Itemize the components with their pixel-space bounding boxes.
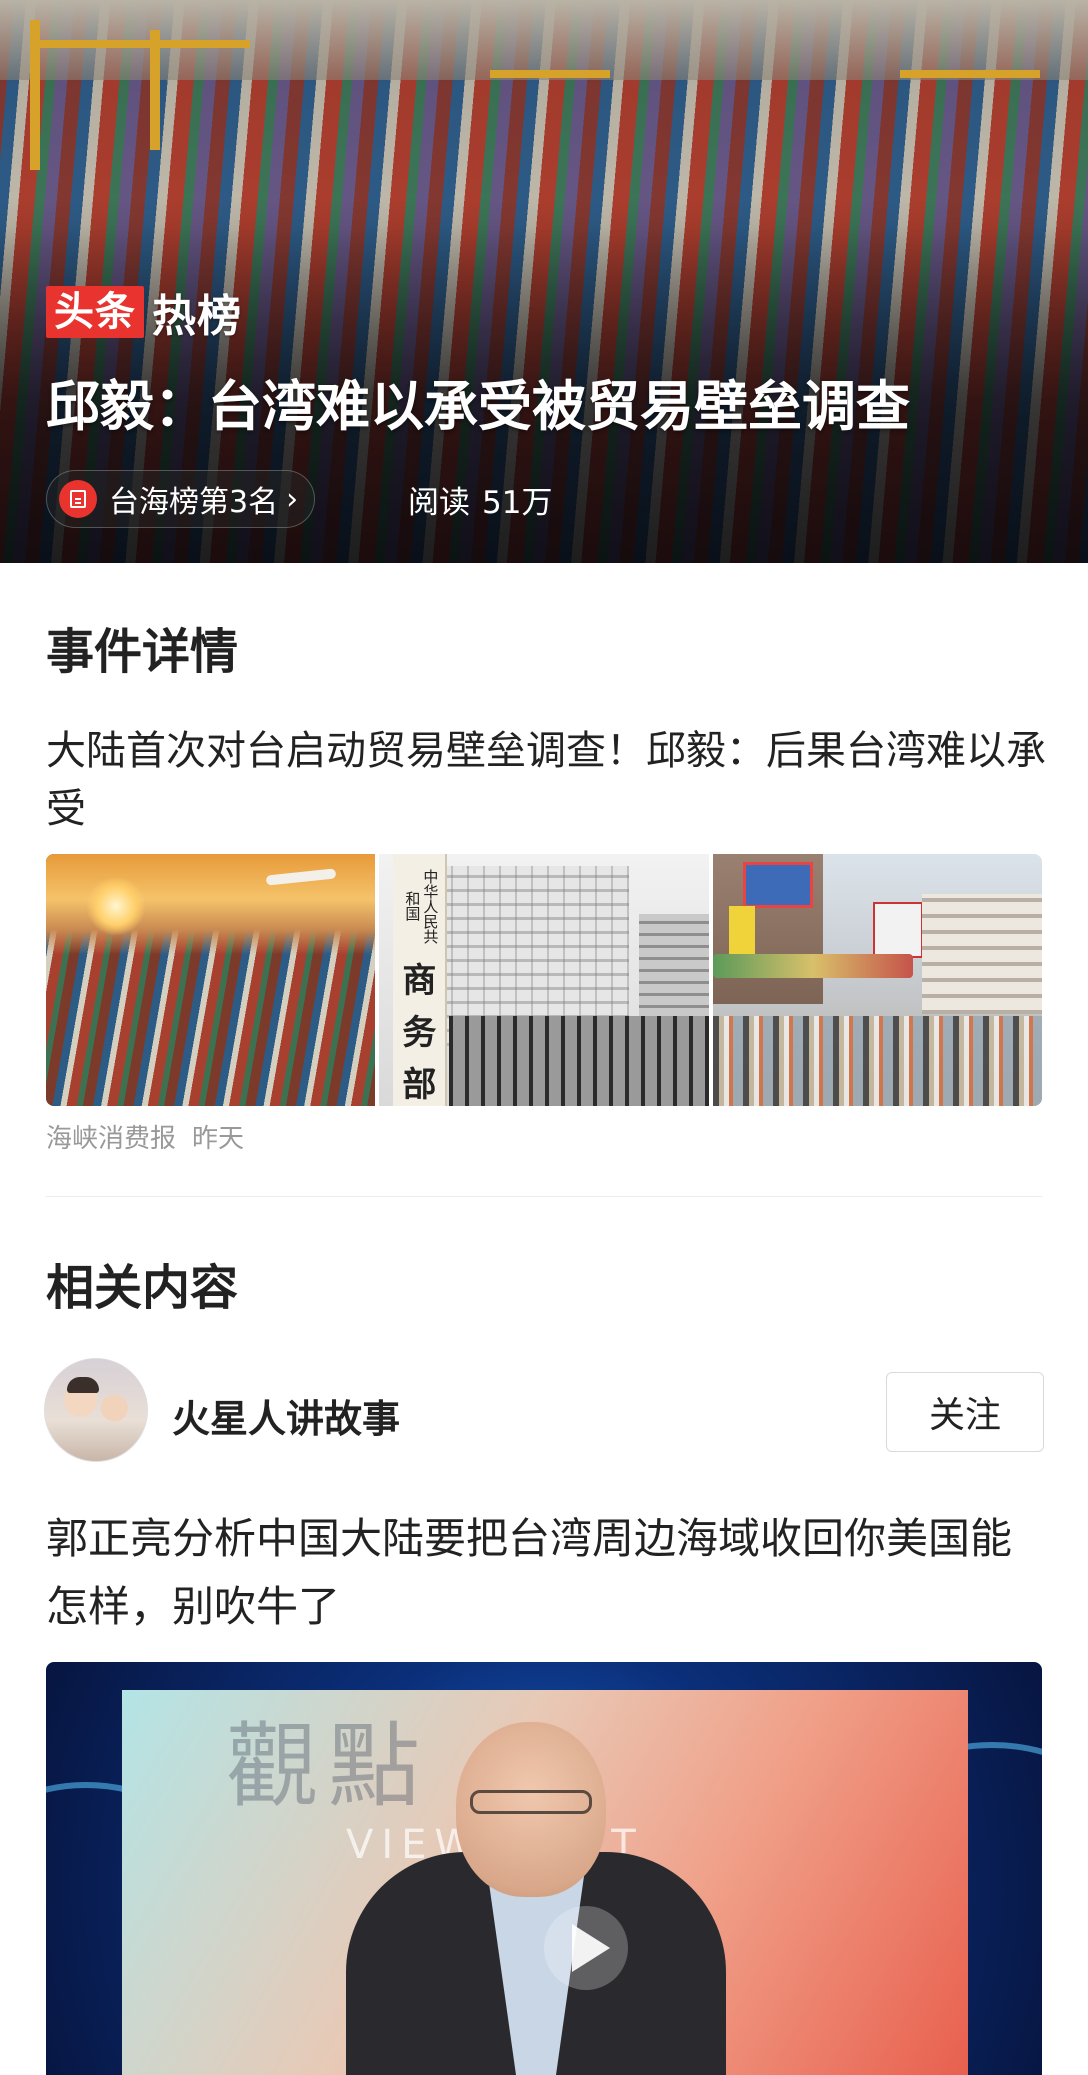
sign-small-text: 中华人民共和国 [403, 868, 440, 944]
follow-button[interactable]: 关注 [886, 1372, 1044, 1452]
ministry-sign: 中华人民共和国 商 务 部 [393, 854, 448, 1106]
port-container-photo[interactable] [46, 854, 376, 1106]
hero-banner[interactable]: 头条 热榜 邱毅：台湾难以承受被贸易壁垒调查 台海榜第3名 › 阅读 51万 [0, 0, 1088, 563]
related-section-title: 相关内容 [46, 1260, 239, 1316]
author-name[interactable]: 火星人讲故事 [172, 1388, 400, 1443]
sun-graphic [86, 876, 146, 936]
airplane-icon [265, 868, 337, 886]
rank-pill[interactable]: 台海榜第3名 › [46, 470, 316, 528]
hero-title: 邱毅：台湾难以承受被贸易壁垒调查 [46, 375, 910, 438]
video-watermark: 觀點 [226, 1713, 431, 1820]
read-count: 阅读 51万 [408, 470, 552, 528]
article-image-row[interactable]: 中华人民共和国 商 务 部 [46, 854, 1042, 1106]
brand-hot: 热榜 [152, 291, 242, 342]
play-icon[interactable] [544, 1906, 628, 1990]
article-source[interactable]: 海峡消费报 [46, 1118, 176, 1155]
canopy-graphic [712, 954, 913, 978]
sign-char: 部 [402, 1065, 437, 1105]
sign-char: 商 [402, 961, 437, 1001]
article-title[interactable]: 大陆首次对台启动贸易壁垒调查！邱毅：后果台湾难以承受 [46, 722, 1046, 838]
crowd-graphic [712, 1016, 1042, 1106]
ministry-building-photo[interactable]: 中华人民共和国 商 务 部 [379, 854, 709, 1106]
speaker-glasses [470, 1790, 592, 1814]
reads-value: 51万 [482, 484, 553, 521]
event-section-title: 事件详情 [46, 624, 239, 680]
shop-sign-graphic [742, 862, 813, 908]
sign-char: 务 [402, 1013, 437, 1053]
brand-box: 头条 [46, 286, 144, 338]
rank-label: 台海榜第3名 [109, 485, 279, 520]
author-row: 火星人讲故事 关注 [44, 1358, 1044, 1466]
gate-graphic [449, 1016, 709, 1106]
post-title[interactable]: 郭正亮分析中国大陆要把台湾周边海域收回你美国能怎样，别吹牛了 [46, 1505, 1046, 1641]
article-time: 昨天 [192, 1124, 245, 1154]
article-meta: 海峡消费报 昨天 [46, 1118, 244, 1155]
building-graphic [921, 894, 1042, 1014]
street-market-photo[interactable] [712, 854, 1042, 1106]
reads-label: 阅读 [408, 484, 470, 521]
ranking-list-icon [59, 480, 97, 518]
toutiao-hot-logo: 头条 热榜 [46, 280, 242, 344]
avatar[interactable] [44, 1358, 148, 1462]
shop-sign-graphic [872, 902, 923, 958]
chevron-right-icon: › [286, 481, 299, 517]
video-thumbnail[interactable]: 觀點 VIEWPOINT [46, 1662, 1042, 2075]
section-divider [46, 1196, 1042, 1197]
